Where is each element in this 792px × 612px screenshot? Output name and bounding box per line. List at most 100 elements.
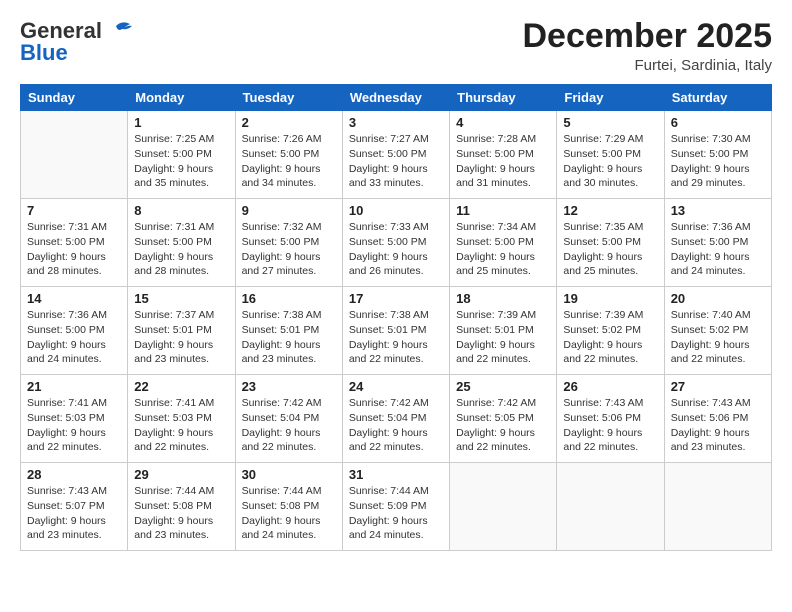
calendar-cell: 29Sunrise: 7:44 AMSunset: 5:08 PMDayligh… — [128, 463, 235, 551]
day-info: Sunrise: 7:44 AMSunset: 5:09 PMDaylight:… — [349, 484, 443, 543]
location: Furtei, Sardinia, Italy — [522, 57, 772, 74]
day-info: Sunrise: 7:31 AMSunset: 5:00 PMDaylight:… — [134, 220, 228, 279]
calendar-cell: 20Sunrise: 7:40 AMSunset: 5:02 PMDayligh… — [664, 287, 771, 375]
calendar-cell: 12 Sunrise: 7:35 AMSunset: 5:00 PMDayligh… — [557, 199, 664, 287]
day-number: 16 — [242, 291, 336, 306]
calendar-cell: 6 Sunrise: 7:30 AMSunset: 5:00 PMDaylight… — [664, 111, 771, 199]
day-info: Sunrise: 7:27 AMSunset: 5:00 PMDaylight:… — [349, 132, 443, 191]
day-number: 23 — [242, 379, 336, 394]
day-number: 13 — [671, 203, 765, 218]
day-info: Sunrise: 7:38 AMSunset: 5:01 PMDaylight:… — [349, 308, 443, 367]
calendar-cell: 14Sunrise: 7:36 AMSunset: 5:00 PMDayligh… — [21, 287, 128, 375]
day-number: 8 — [134, 203, 228, 218]
calendar-body: 1 Sunrise: 7:25 AMSunset: 5:00 PMDaylight… — [21, 111, 772, 551]
calendar-cell: 9 Sunrise: 7:32 AMSunset: 5:00 PMDaylight… — [235, 199, 342, 287]
calendar-cell: 19 Sunrise: 7:39 AMSunset: 5:02 PMDayligh… — [557, 287, 664, 375]
day-info: Sunrise: 7:25 AMSunset: 5:00 PMDaylight:… — [134, 132, 228, 191]
col-saturday: Saturday — [664, 85, 771, 111]
day-number: 22 — [134, 379, 228, 394]
calendar-week-row: 7 Sunrise: 7:31 AMSunset: 5:00 PMDaylight… — [21, 199, 772, 287]
day-info: Sunrise: 7:44 AMSunset: 5:08 PMDaylight:… — [242, 484, 336, 543]
main-container: General Blue December 2025 Furtei, Sardi… — [0, 0, 792, 561]
calendar-cell — [21, 111, 128, 199]
calendar-cell: 16 Sunrise: 7:38 AMSunset: 5:01 PMDayligh… — [235, 287, 342, 375]
day-info: Sunrise: 7:43 AMSunset: 5:07 PMDaylight:… — [27, 484, 121, 543]
calendar-cell — [557, 463, 664, 551]
calendar-cell: 8 Sunrise: 7:31 AMSunset: 5:00 PMDaylight… — [128, 199, 235, 287]
header: General Blue December 2025 Furtei, Sardi… — [20, 18, 772, 74]
day-number: 24 — [349, 379, 443, 394]
calendar-cell: 23 Sunrise: 7:42 AMSunset: 5:04 PMDayligh… — [235, 375, 342, 463]
calendar-cell: 30Sunrise: 7:44 AMSunset: 5:08 PMDayligh… — [235, 463, 342, 551]
calendar-cell: 4 Sunrise: 7:28 AMSunset: 5:00 PMDaylight… — [450, 111, 557, 199]
calendar-week-row: 14Sunrise: 7:36 AMSunset: 5:00 PMDayligh… — [21, 287, 772, 375]
day-info: Sunrise: 7:36 AMSunset: 5:00 PMDaylight:… — [27, 308, 121, 367]
day-info: Sunrise: 7:38 AMSunset: 5:01 PMDaylight:… — [242, 308, 336, 367]
day-info: Sunrise: 7:29 AMSunset: 5:00 PMDaylight:… — [563, 132, 657, 191]
calendar-cell: 5 Sunrise: 7:29 AMSunset: 5:00 PMDaylight… — [557, 111, 664, 199]
day-info: Sunrise: 7:42 AMSunset: 5:05 PMDaylight:… — [456, 396, 550, 455]
day-info: Sunrise: 7:32 AMSunset: 5:00 PMDaylight:… — [242, 220, 336, 279]
day-info: Sunrise: 7:42 AMSunset: 5:04 PMDaylight:… — [242, 396, 336, 455]
calendar-cell: 22 Sunrise: 7:41 AMSunset: 5:03 PMDayligh… — [128, 375, 235, 463]
day-info: Sunrise: 7:39 AMSunset: 5:01 PMDaylight:… — [456, 308, 550, 367]
day-number: 29 — [134, 467, 228, 482]
day-info: Sunrise: 7:31 AMSunset: 5:00 PMDaylight:… — [27, 220, 121, 279]
day-info: Sunrise: 7:39 AMSunset: 5:02 PMDaylight:… — [563, 308, 657, 367]
day-number: 27 — [671, 379, 765, 394]
calendar-week-row: 21Sunrise: 7:41 AMSunset: 5:03 PMDayligh… — [21, 375, 772, 463]
day-number: 20 — [671, 291, 765, 306]
calendar-cell — [450, 463, 557, 551]
day-number: 17 — [349, 291, 443, 306]
day-number: 18 — [456, 291, 550, 306]
day-info: Sunrise: 7:34 AMSunset: 5:00 PMDaylight:… — [456, 220, 550, 279]
day-number: 4 — [456, 115, 550, 130]
calendar-cell: 1 Sunrise: 7:25 AMSunset: 5:00 PMDaylight… — [128, 111, 235, 199]
calendar-week-row: 28Sunrise: 7:43 AMSunset: 5:07 PMDayligh… — [21, 463, 772, 551]
day-info: Sunrise: 7:37 AMSunset: 5:01 PMDaylight:… — [134, 308, 228, 367]
col-friday: Friday — [557, 85, 664, 111]
day-info: Sunrise: 7:35 AMSunset: 5:00 PMDaylight:… — [563, 220, 657, 279]
calendar-cell: 15Sunrise: 7:37 AMSunset: 5:01 PMDayligh… — [128, 287, 235, 375]
day-number: 6 — [671, 115, 765, 130]
logo-blue-text: Blue — [20, 40, 68, 66]
day-number: 3 — [349, 115, 443, 130]
calendar-cell: 28Sunrise: 7:43 AMSunset: 5:07 PMDayligh… — [21, 463, 128, 551]
logo-bird-icon — [108, 20, 134, 42]
day-number: 1 — [134, 115, 228, 130]
day-info: Sunrise: 7:26 AMSunset: 5:00 PMDaylight:… — [242, 132, 336, 191]
calendar-cell: 27 Sunrise: 7:43 AMSunset: 5:06 PMDayligh… — [664, 375, 771, 463]
col-thursday: Thursday — [450, 85, 557, 111]
day-info: Sunrise: 7:43 AMSunset: 5:06 PMDaylight:… — [671, 396, 765, 455]
calendar-cell: 26 Sunrise: 7:43 AMSunset: 5:06 PMDayligh… — [557, 375, 664, 463]
col-monday: Monday — [128, 85, 235, 111]
day-number: 11 — [456, 203, 550, 218]
day-number: 26 — [563, 379, 657, 394]
calendar-cell: 3 Sunrise: 7:27 AMSunset: 5:00 PMDaylight… — [342, 111, 449, 199]
day-info: Sunrise: 7:41 AMSunset: 5:03 PMDaylight:… — [27, 396, 121, 455]
day-number: 12 — [563, 203, 657, 218]
day-number: 19 — [563, 291, 657, 306]
calendar-cell: 13Sunrise: 7:36 AMSunset: 5:00 PMDayligh… — [664, 199, 771, 287]
calendar-cell: 21Sunrise: 7:41 AMSunset: 5:03 PMDayligh… — [21, 375, 128, 463]
calendar-cell: 17 Sunrise: 7:38 AMSunset: 5:01 PMDayligh… — [342, 287, 449, 375]
calendar-week-row: 1 Sunrise: 7:25 AMSunset: 5:00 PMDaylight… — [21, 111, 772, 199]
day-number: 5 — [563, 115, 657, 130]
day-number: 25 — [456, 379, 550, 394]
day-info: Sunrise: 7:41 AMSunset: 5:03 PMDaylight:… — [134, 396, 228, 455]
calendar-cell: 11 Sunrise: 7:34 AMSunset: 5:00 PMDayligh… — [450, 199, 557, 287]
day-info: Sunrise: 7:30 AMSunset: 5:00 PMDaylight:… — [671, 132, 765, 191]
calendar-cell: 10Sunrise: 7:33 AMSunset: 5:00 PMDayligh… — [342, 199, 449, 287]
calendar-header-row: Sunday Monday Tuesday Wednesday Thursday… — [21, 85, 772, 111]
day-number: 9 — [242, 203, 336, 218]
day-number: 7 — [27, 203, 121, 218]
month-title: December 2025 — [522, 18, 772, 55]
col-tuesday: Tuesday — [235, 85, 342, 111]
title-block: December 2025 Furtei, Sardinia, Italy — [522, 18, 772, 74]
calendar-table: Sunday Monday Tuesday Wednesday Thursday… — [20, 84, 772, 551]
calendar-cell — [664, 463, 771, 551]
day-info: Sunrise: 7:43 AMSunset: 5:06 PMDaylight:… — [563, 396, 657, 455]
day-number: 31 — [349, 467, 443, 482]
calendar-cell: 25 Sunrise: 7:42 AMSunset: 5:05 PMDayligh… — [450, 375, 557, 463]
day-info: Sunrise: 7:28 AMSunset: 5:00 PMDaylight:… — [456, 132, 550, 191]
